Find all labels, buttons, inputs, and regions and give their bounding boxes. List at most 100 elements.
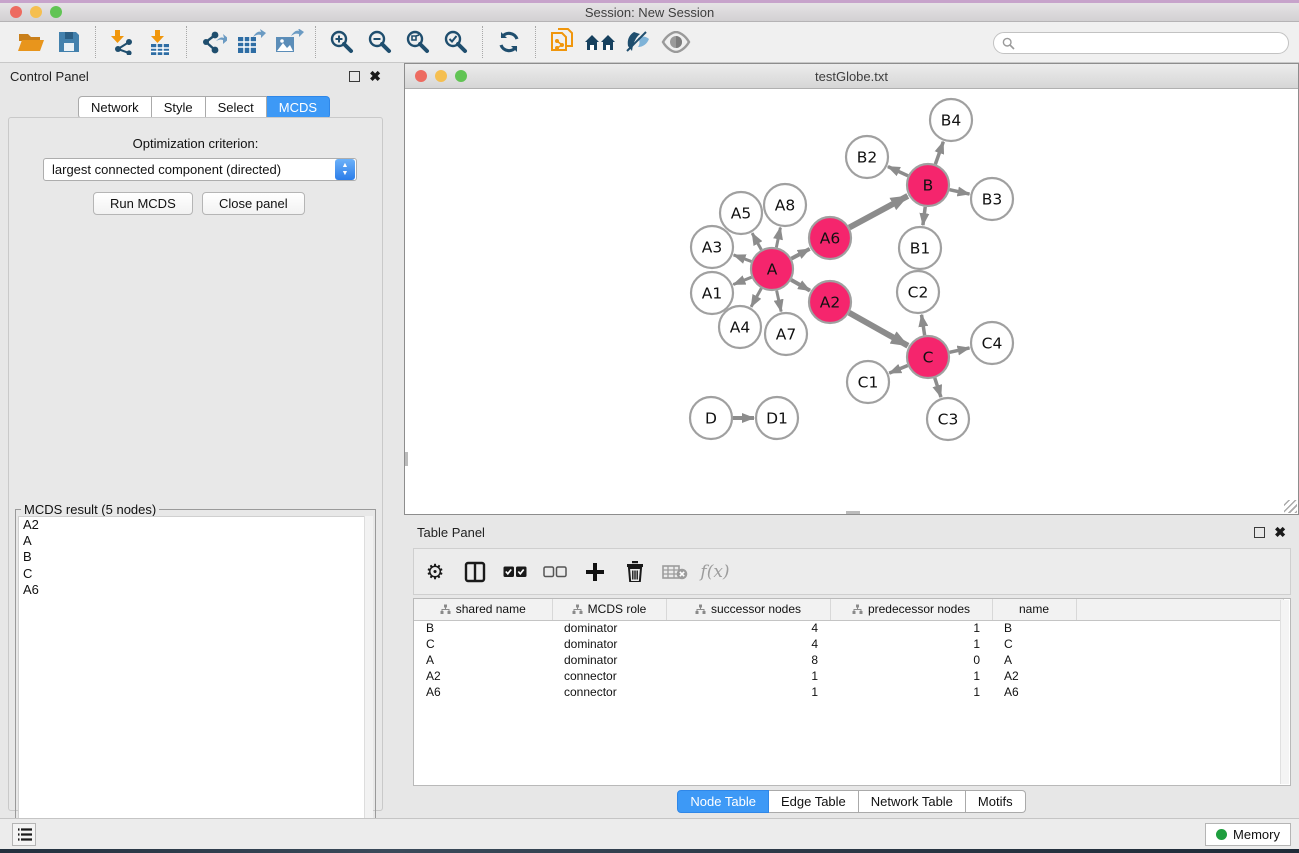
- float-panel-icon[interactable]: [349, 71, 360, 82]
- graph-edge-A-A8[interactable]: [776, 228, 780, 248]
- delete-table-icon[interactable]: [662, 559, 688, 585]
- graph-node-B2[interactable]: B2: [846, 136, 888, 178]
- cell-mcds-role[interactable]: connector: [552, 668, 666, 684]
- network-window-titlebar[interactable]: testGlobe.txt: [405, 64, 1298, 89]
- column-header-shared-name[interactable]: shared name: [414, 599, 552, 620]
- result-list-scrollbar[interactable]: [364, 516, 373, 846]
- tab-network[interactable]: Network: [78, 96, 152, 119]
- add-column-icon[interactable]: [582, 559, 608, 585]
- delete-column-icon[interactable]: [622, 559, 648, 585]
- memory-button[interactable]: Memory: [1205, 823, 1291, 846]
- graph-node-A4[interactable]: A4: [719, 306, 761, 348]
- tab-motifs[interactable]: Motifs: [966, 790, 1026, 813]
- refresh-icon[interactable]: [490, 25, 528, 59]
- cell-successor-nodes[interactable]: 4: [666, 620, 830, 636]
- network-horizontal-scrollbar[interactable]: [846, 511, 860, 514]
- table-row[interactable]: Bdominator41B: [414, 620, 1284, 636]
- result-item[interactable]: A6: [19, 582, 372, 598]
- tab-edge-table[interactable]: Edge Table: [769, 790, 859, 813]
- function-builder-icon[interactable]: f(x): [702, 559, 728, 585]
- graph-edge-B-B4[interactable]: [935, 142, 943, 165]
- result-item[interactable]: A: [19, 533, 372, 549]
- run-mcds-button[interactable]: Run MCDS: [93, 192, 193, 215]
- graph-edge-C-C2[interactable]: [921, 315, 924, 336]
- graph-edge-A-A2[interactable]: [791, 280, 810, 291]
- export-network-icon[interactable]: [194, 25, 232, 59]
- style-preview-icon[interactable]: [619, 25, 657, 59]
- cell-shared-name[interactable]: C: [414, 636, 552, 652]
- table-row[interactable]: Cdominator41C: [414, 636, 1284, 652]
- result-item[interactable]: B: [19, 549, 372, 565]
- cell-shared-name[interactable]: B: [414, 620, 552, 636]
- graph-edge-B-B3[interactable]: [949, 190, 969, 194]
- cell-successor-nodes[interactable]: 1: [666, 684, 830, 700]
- tab-network-table[interactable]: Network Table: [859, 790, 966, 813]
- graph-edge-B-B1[interactable]: [923, 207, 925, 225]
- cell-mcds-role[interactable]: dominator: [552, 636, 666, 652]
- column-header-name[interactable]: name: [992, 599, 1076, 620]
- open-session-icon[interactable]: [12, 25, 50, 59]
- graph-node-B[interactable]: B: [907, 164, 949, 206]
- mcds-result-list[interactable]: A2ABCA6: [18, 516, 373, 846]
- graph-node-D[interactable]: D: [690, 397, 732, 439]
- cell-successor-nodes[interactable]: 4: [666, 636, 830, 652]
- graph-node-C3[interactable]: C3: [927, 398, 969, 440]
- tab-mcds[interactable]: MCDS: [267, 96, 330, 119]
- graph-edge-A-A1[interactable]: [733, 277, 751, 284]
- column-header-successor-nodes[interactable]: successor nodes: [666, 599, 830, 620]
- cell-successor-nodes[interactable]: 1: [666, 668, 830, 684]
- graph-edge-C-C3[interactable]: [935, 378, 941, 397]
- graph-edge-A-A4[interactable]: [751, 288, 761, 307]
- graph-node-A8[interactable]: A8: [764, 184, 806, 226]
- column-header-predecessor-nodes[interactable]: predecessor nodes: [830, 599, 992, 620]
- table-row[interactable]: Adominator80A: [414, 652, 1284, 668]
- network-canvas[interactable]: AA1A2A3A4A5A6A7A8BB1B2B3B4CC1C2C3C4DD1: [405, 89, 1298, 514]
- import-network-icon[interactable]: [103, 25, 141, 59]
- zoom-selected-icon[interactable]: [437, 25, 475, 59]
- table-row[interactable]: A2connector11A2: [414, 668, 1284, 684]
- graph-node-C4[interactable]: C4: [971, 322, 1013, 364]
- import-table-icon[interactable]: [141, 25, 179, 59]
- cell-successor-nodes[interactable]: 8: [666, 652, 830, 668]
- cell-mcds-role[interactable]: connector: [552, 684, 666, 700]
- export-table-icon[interactable]: [232, 25, 270, 59]
- graph-edge-A-A3[interactable]: [734, 255, 752, 262]
- table-settings-icon[interactable]: ⚙: [422, 559, 448, 585]
- graph-edge-A2-C[interactable]: [849, 313, 908, 346]
- cell-mcds-role[interactable]: dominator: [552, 620, 666, 636]
- zoom-out-icon[interactable]: [361, 25, 399, 59]
- graph-node-A5[interactable]: A5: [720, 192, 762, 234]
- tab-style[interactable]: Style: [152, 96, 206, 119]
- resize-grip-icon[interactable]: [1284, 500, 1297, 513]
- graph-edge-C-C4[interactable]: [949, 348, 969, 352]
- show-hide-icon[interactable]: [657, 25, 695, 59]
- graph-edge-A6-B[interactable]: [849, 196, 907, 228]
- close-panel-icon[interactable]: ✖: [369, 71, 381, 82]
- graph-node-A2[interactable]: A2: [809, 281, 851, 323]
- search-input[interactable]: [1020, 35, 1288, 51]
- table-header-row[interactable]: shared nameMCDS rolesuccessor nodesprede…: [414, 599, 1284, 620]
- table-row[interactable]: A6connector11A6: [414, 684, 1284, 700]
- graph-node-A6[interactable]: A6: [809, 217, 851, 259]
- split-columns-icon[interactable]: [462, 559, 488, 585]
- cell-name[interactable]: A2: [992, 668, 1076, 684]
- cell-predecessor-nodes[interactable]: 1: [830, 668, 992, 684]
- home-icon[interactable]: [581, 25, 619, 59]
- window-titlebar[interactable]: Session: New Session: [0, 3, 1299, 22]
- graph-node-A7[interactable]: A7: [765, 313, 807, 355]
- graph-node-A3[interactable]: A3: [691, 226, 733, 268]
- network-vertical-scrollbar[interactable]: [405, 452, 408, 466]
- graph-node-C1[interactable]: C1: [847, 361, 889, 403]
- graph-node-A1[interactable]: A1: [691, 272, 733, 314]
- cell-shared-name[interactable]: A2: [414, 668, 552, 684]
- tab-select[interactable]: Select: [206, 96, 267, 119]
- graph-edge-C-C1[interactable]: [889, 365, 907, 373]
- criterion-dropdown[interactable]: largest connected component (directed) ▲…: [43, 158, 357, 181]
- graph-node-B4[interactable]: B4: [930, 99, 972, 141]
- tab-node-table[interactable]: Node Table: [677, 790, 769, 813]
- graph-node-C2[interactable]: C2: [897, 271, 939, 313]
- task-history-button[interactable]: [12, 823, 36, 846]
- cell-mcds-role[interactable]: dominator: [552, 652, 666, 668]
- graph-node-A[interactable]: A: [751, 248, 793, 290]
- graph-node-B1[interactable]: B1: [899, 227, 941, 269]
